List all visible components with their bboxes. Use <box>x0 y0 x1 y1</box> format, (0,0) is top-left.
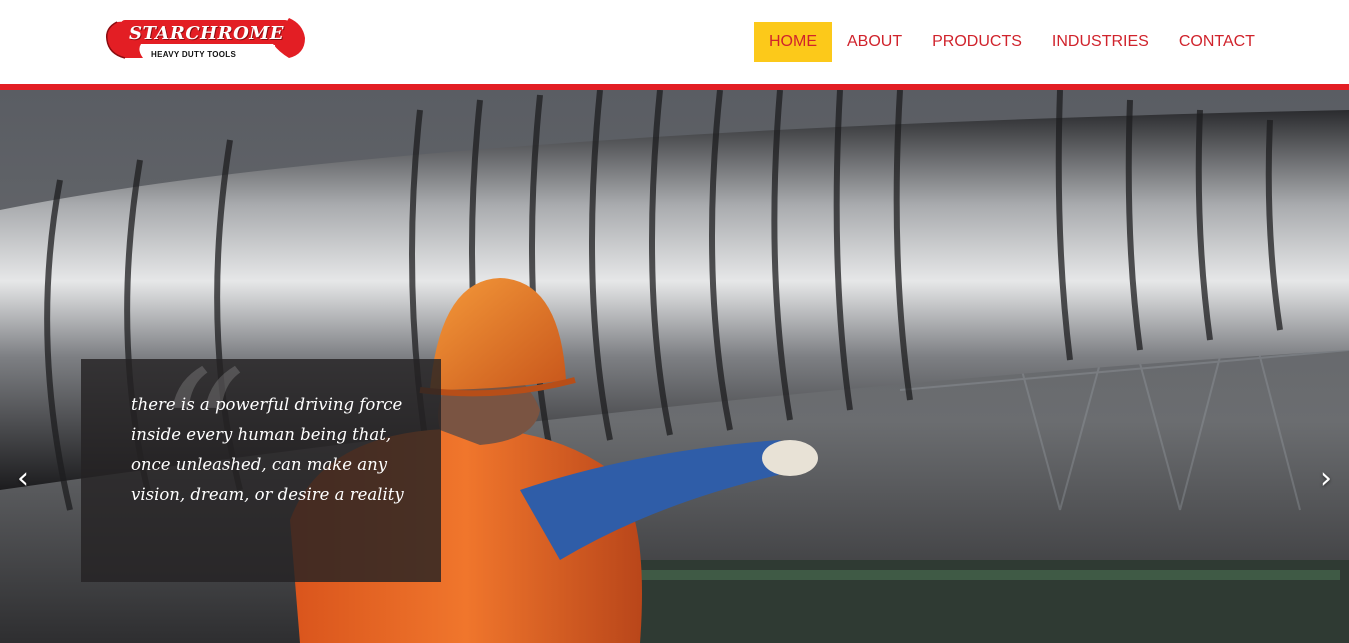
starchrome-logo[interactable]: STARCHROME HEAVY DUTY TOOLS <box>103 14 307 64</box>
site-header: STARCHROME HEAVY DUTY TOOLS HOME ABOUT P… <box>0 0 1349 84</box>
nav-item-contact[interactable]: CONTACT <box>1164 22 1270 62</box>
logo-tagline: HEAVY DUTY TOOLS <box>151 50 237 59</box>
hero-quote-box: “ there is a powerful driving force insi… <box>81 349 441 582</box>
nav-item-about[interactable]: ABOUT <box>832 22 917 62</box>
logo-wordmark: STARCHROME <box>129 23 284 44</box>
page: STARCHROME HEAVY DUTY TOOLS HOME ABOUT P… <box>0 0 1349 643</box>
nav-item-products[interactable]: PRODUCTS <box>917 22 1037 62</box>
chevron-right-icon[interactable]: › <box>1311 461 1341 497</box>
nav-item-industries[interactable]: INDUSTRIES <box>1037 22 1164 62</box>
hero-quote-text: there is a powerful driving force inside… <box>131 395 404 504</box>
hero-slider: “ there is a powerful driving force insi… <box>0 90 1349 643</box>
chevron-left-icon[interactable]: ‹ <box>8 461 38 497</box>
nav-item-home[interactable]: HOME <box>754 22 832 62</box>
main-nav: HOME ABOUT PRODUCTS INDUSTRIES CONTACT <box>754 22 1270 62</box>
